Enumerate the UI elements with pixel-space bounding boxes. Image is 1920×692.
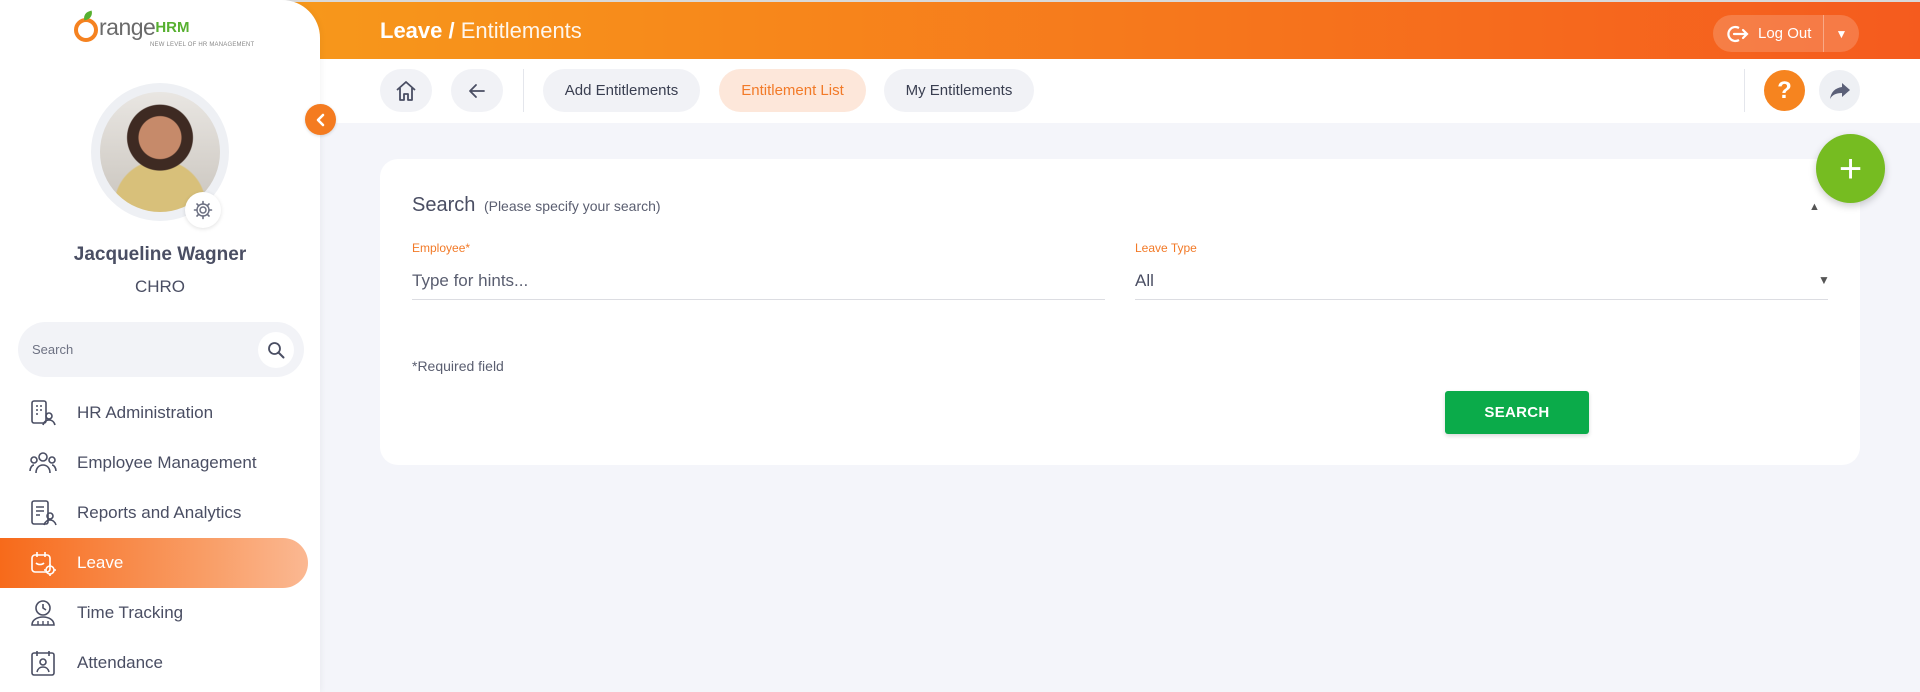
leave-icon [28, 548, 58, 578]
chevron-left-icon [316, 113, 324, 126]
attendance-icon [28, 648, 58, 678]
sidebar-nav: HR Administration Employee Management Re… [0, 388, 320, 688]
toolbar-divider [523, 69, 524, 112]
page-title: Leave / Entitlements [380, 18, 582, 44]
employee-field-label: Employee* [412, 241, 471, 255]
app-root: Leave / Entitlements Log Out ▼ Add Entit… [0, 0, 1920, 692]
tab-add-entitlements[interactable]: Add Entitlements [543, 69, 700, 112]
arrow-left-icon [469, 83, 485, 98]
module-title: Leave [380, 18, 443, 43]
caret-up-icon: ▲ [1809, 201, 1820, 213]
search-card-title: Search (Please specify your search) [412, 194, 661, 217]
logo-text: range [99, 14, 156, 40]
title-separator: / [442, 18, 461, 43]
tab-entitlement-list[interactable]: Entitlement List [719, 69, 866, 112]
sidebar-item-label: HR Administration [77, 403, 214, 422]
time-tracking-icon [28, 598, 58, 628]
search-icon [268, 341, 285, 358]
sidebar-item-label: Employee Management [77, 453, 257, 472]
leave-type-value: All [1135, 271, 1154, 290]
logo-hrm: HRM [155, 19, 190, 36]
sidebar-item-employee-management[interactable]: Employee Management [0, 438, 320, 488]
logo-orange-icon [74, 18, 98, 42]
add-button[interactable]: + [1816, 134, 1885, 203]
search-card: Search (Please specify your search) ▲ Em… [380, 159, 1860, 465]
caret-down-icon: ▼ [1818, 273, 1830, 287]
page-subtitle: Entitlements [460, 18, 582, 43]
sidebar-item-attendance[interactable]: Attendance [0, 638, 320, 688]
sidebar-search [18, 322, 304, 377]
gear-icon [193, 200, 213, 220]
user-role: CHRO [134, 277, 186, 296]
tab-my-entitlements[interactable]: My Entitlements [884, 69, 1034, 112]
toolbar: Add Entitlements Entitlement List My Ent… [320, 59, 1920, 123]
sidebar: range HRM NEW LEVEL OF HR MANAGEMENT Jac… [0, 0, 320, 692]
sidebar-search-input[interactable] [18, 342, 258, 357]
sidebar-item-hr-administration[interactable]: HR Administration [0, 388, 320, 438]
sidebar-item-label: Leave [77, 553, 124, 572]
required-field-note: *Required field [412, 358, 504, 374]
sidebar-item-leave[interactable]: Leave [0, 538, 308, 588]
help-button[interactable]: ? [1764, 70, 1805, 111]
hr-admin-icon [28, 398, 58, 428]
orangehrm-logo[interactable]: range HRM NEW LEVEL OF HR MANAGEMENT [74, 14, 254, 48]
reports-icon [28, 498, 58, 528]
share-button[interactable] [1819, 70, 1860, 111]
toolbar-divider-right [1744, 69, 1745, 112]
logo-tagline: NEW LEVEL OF HR MANAGEMENT [150, 42, 255, 48]
logout-icon [1727, 25, 1749, 42]
back-button[interactable] [451, 69, 503, 112]
user-name: Jacqueline Wagner [73, 244, 247, 265]
logout-dropdown-button[interactable]: ▼ [1824, 27, 1859, 41]
home-icon [396, 80, 416, 101]
home-button[interactable] [380, 69, 432, 112]
sidebar-item-label: Reports and Analytics [77, 503, 242, 522]
sidebar-item-reports-and-analytics[interactable]: Reports and Analytics [0, 488, 320, 538]
employee-management-icon [28, 448, 58, 478]
collapse-card-button[interactable]: ▲ [1809, 201, 1820, 213]
profile-settings-button[interactable] [185, 192, 221, 228]
leave-type-label: Leave Type [1135, 241, 1197, 255]
employee-field[interactable] [412, 262, 1105, 300]
sidebar-search-button[interactable] [258, 331, 294, 368]
sidebar-item-label: Attendance [77, 653, 164, 672]
sidebar-item-label: Time Tracking [77, 603, 184, 622]
search-button[interactable]: SEARCH [1445, 391, 1589, 434]
leave-type-select[interactable] [1135, 262, 1828, 300]
caret-down-icon: ▼ [1835, 26, 1848, 41]
logout-control: Log Out ▼ [1713, 15, 1859, 52]
search-title: Search [412, 194, 476, 216]
sidebar-item-time-tracking[interactable]: Time Tracking [0, 588, 320, 638]
search-subtitle: (Please specify your search) [483, 198, 661, 214]
collapse-sidebar-button[interactable] [305, 104, 336, 135]
share-arrow-icon [1829, 82, 1850, 99]
logout-label: Log Out [1758, 25, 1812, 42]
logout-button[interactable]: Log Out [1713, 15, 1823, 52]
